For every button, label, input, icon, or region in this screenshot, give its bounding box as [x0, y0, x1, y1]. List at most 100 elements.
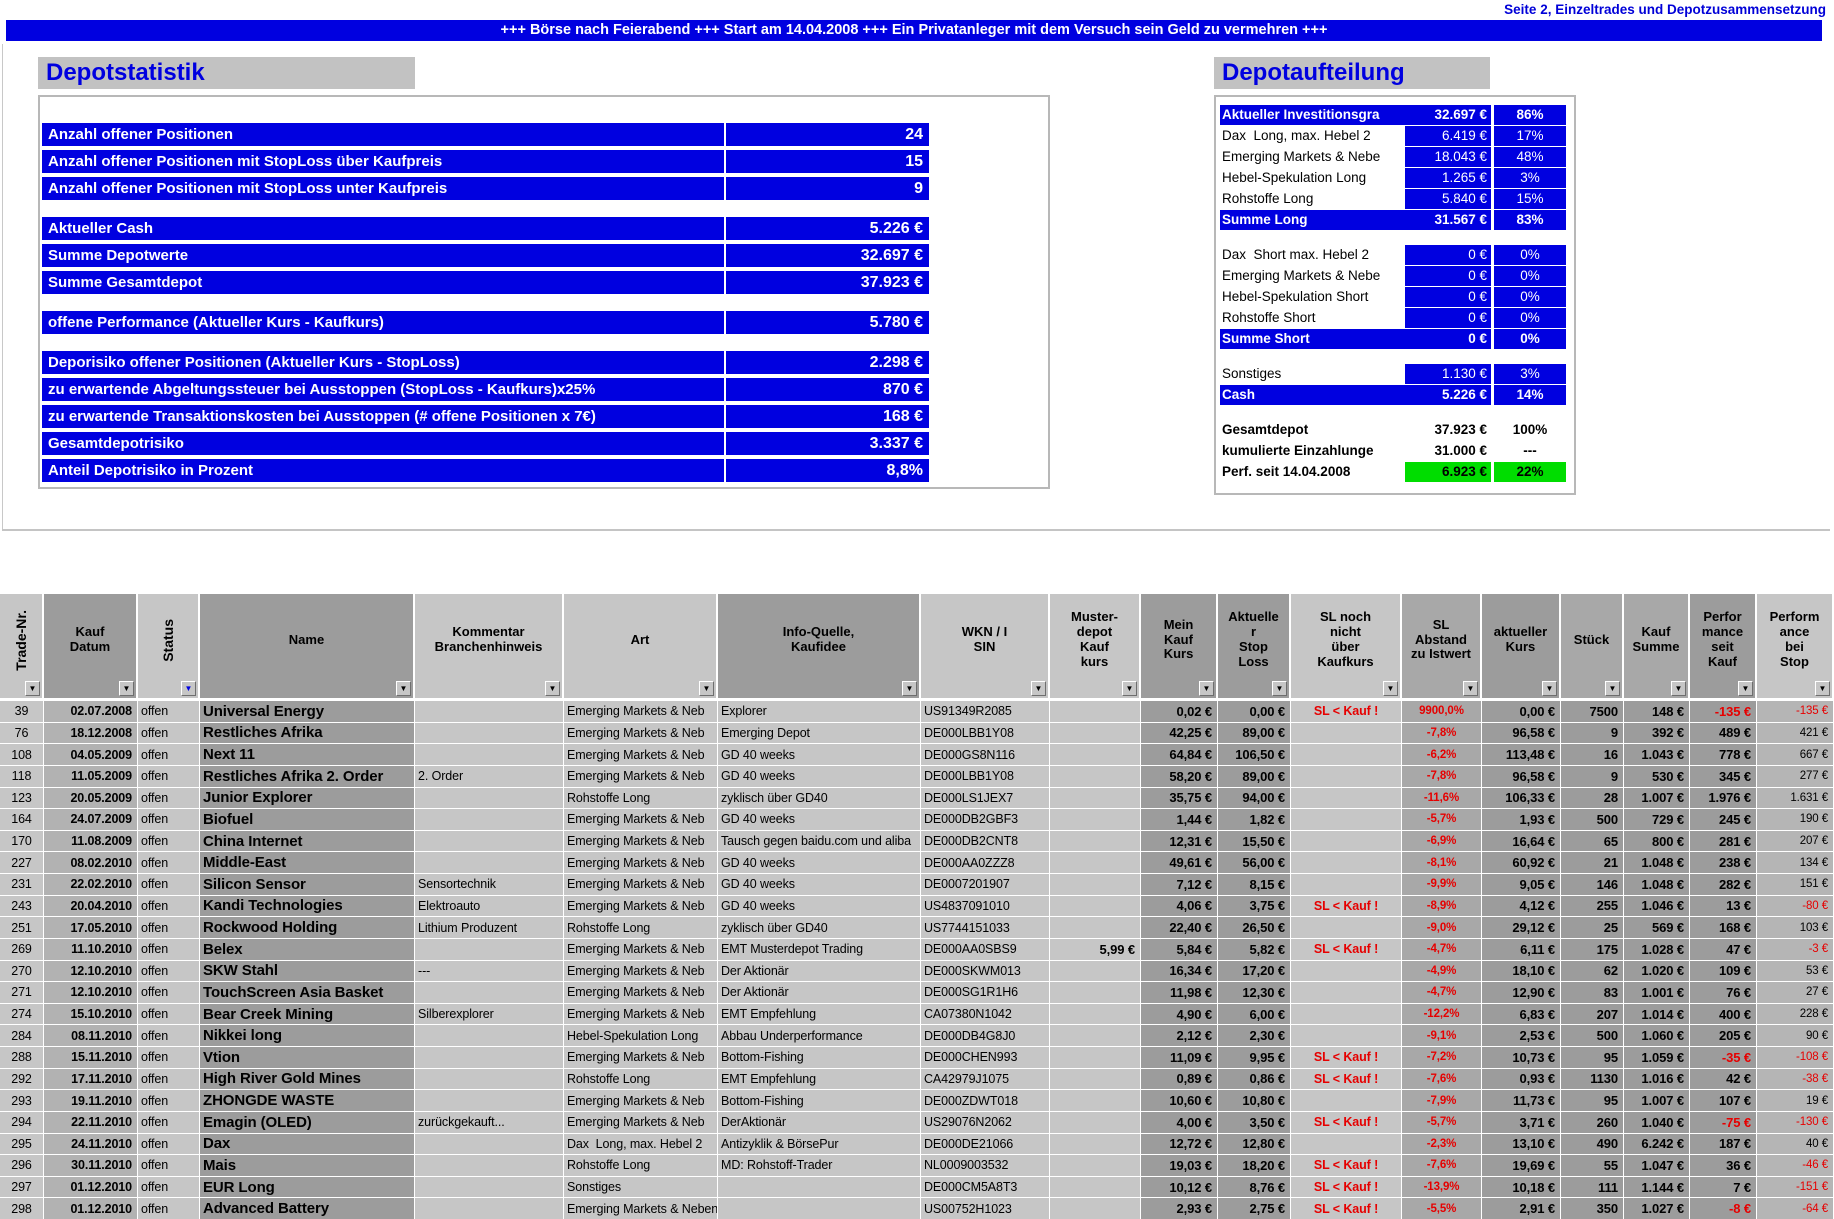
- table-cell: [1050, 788, 1141, 809]
- table-row: 3902.07.2008offenUniversal EnergyEmergin…: [0, 700, 1834, 722]
- filter-dropdown-button[interactable]: ▼: [119, 681, 134, 696]
- table-cell: offen: [138, 896, 200, 917]
- allocation-value: 5.840 €: [1405, 189, 1491, 209]
- table-cell: 255: [1561, 896, 1624, 917]
- allocation-percent: ---: [1494, 441, 1566, 461]
- filter-dropdown-button[interactable]: ▼: [1122, 681, 1137, 696]
- table-cell: 28: [1561, 788, 1624, 809]
- allocation-label: Summe Long: [1220, 210, 1405, 230]
- table-cell: -75 €: [1690, 1112, 1757, 1133]
- table-cell: [1291, 723, 1402, 744]
- table-cell: 42,25 €: [1141, 723, 1218, 744]
- table-cell: [1291, 744, 1402, 765]
- table-cell: Sensortechnik: [415, 874, 564, 895]
- filter-dropdown-button[interactable]: ▼: [1542, 681, 1557, 696]
- filter-dropdown-button[interactable]: ▼: [902, 681, 917, 696]
- table-cell: [1291, 1025, 1402, 1046]
- table-cell: 1.001 €: [1624, 982, 1690, 1003]
- table-cell: 27 €: [1757, 982, 1834, 1003]
- table-cell: Tausch gegen baidu.com und aliba: [718, 831, 921, 852]
- table-cell: 16,34 €: [1141, 961, 1218, 982]
- allocation-percent: 0%: [1494, 287, 1566, 307]
- table-cell: -135 €: [1757, 701, 1834, 722]
- table-cell: 3,71 €: [1482, 1112, 1561, 1133]
- table-cell: zyklisch über GD40: [718, 788, 921, 809]
- table-cell: SL < Kauf !: [1291, 1069, 1402, 1090]
- allocation-row: Emerging Markets & Nebe18.043 €48%: [1220, 147, 1571, 167]
- column-header-label: Perform ance bei Stop: [1770, 610, 1820, 670]
- column-header-label: SL noch nicht über Kaufkurs: [1317, 610, 1373, 670]
- table-cell: 118: [0, 766, 44, 787]
- depotstatistik-rows: Anzahl offener Positionen24Anzahl offene…: [42, 123, 1048, 482]
- table-cell: 01.12.2010: [44, 1177, 138, 1198]
- table-cell: 3,75 €: [1218, 896, 1291, 917]
- table-cell: offen: [138, 788, 200, 809]
- table-cell: [1050, 1198, 1141, 1219]
- table-cell: -135 €: [1690, 701, 1757, 722]
- allocation-percent: 17%: [1494, 126, 1566, 146]
- table-cell: DerAktionär: [718, 1112, 921, 1133]
- table-cell: 24.11.2010: [44, 1134, 138, 1155]
- table-row: 29524.11.2010offenDaxDax Long, max. Hebe…: [0, 1133, 1834, 1155]
- table-cell: [415, 831, 564, 852]
- filter-dropdown-button[interactable]: ▼: [1815, 681, 1830, 696]
- table-cell: Next 11: [200, 744, 415, 765]
- stat-value: 37.923 €: [726, 271, 929, 294]
- table-cell: Emerging Markets & Neb: [564, 961, 718, 982]
- table-cell: -80 €: [1757, 896, 1834, 917]
- filter-dropdown-button[interactable]: ▼: [1463, 681, 1478, 696]
- allocation-label: Dax Short max. Hebel 2: [1220, 245, 1405, 265]
- group-spacer: [1220, 231, 1571, 245]
- table-cell: offen: [138, 917, 200, 938]
- table-cell: 01.12.2010: [44, 1198, 138, 1219]
- table-cell: Emerging Markets & Neb: [564, 1112, 718, 1133]
- table-cell: [1291, 852, 1402, 873]
- filter-dropdown-button[interactable]: ▼: [25, 681, 40, 696]
- print-area-border-bottom: [2, 529, 1830, 531]
- table-cell: DE000ZDWT018: [921, 1090, 1050, 1111]
- allocation-row: Cash5.226 €14%: [1220, 385, 1571, 405]
- table-cell: DE000DB4G8J0: [921, 1025, 1050, 1046]
- filter-dropdown-button[interactable]: ▼: [699, 681, 714, 696]
- table-cell: -35 €: [1690, 1047, 1757, 1068]
- table-cell: 1.007 €: [1624, 1090, 1690, 1111]
- filter-dropdown-button[interactable]: ▼: [1199, 681, 1214, 696]
- table-cell: Explorer: [718, 701, 921, 722]
- table-cell: [1291, 809, 1402, 830]
- filter-dropdown-button[interactable]: ▼: [1738, 681, 1753, 696]
- table-cell: Hebel-Spekulation Long: [564, 1025, 718, 1046]
- table-cell: 207: [1561, 1004, 1624, 1025]
- table-cell: 7500: [1561, 701, 1624, 722]
- filter-dropdown-button[interactable]: ▼: [181, 681, 196, 696]
- table-row: 29217.11.2010offenHigh River Gold MinesR…: [0, 1068, 1834, 1090]
- table-cell: US91349R2085: [921, 701, 1050, 722]
- table-cell: 95: [1561, 1090, 1624, 1111]
- table-cell: [1291, 1134, 1402, 1155]
- page-note: Seite 2, Einzeltrades und Depotzusammens…: [1504, 2, 1826, 17]
- column-header-label: Art: [631, 633, 650, 648]
- filter-dropdown-button[interactable]: ▼: [396, 681, 411, 696]
- allocation-label: Emerging Markets & Nebe: [1220, 147, 1405, 167]
- column-header-label: WKN / I SIN: [962, 625, 1008, 655]
- filter-dropdown-button[interactable]: ▼: [1272, 681, 1287, 696]
- table-cell: [415, 744, 564, 765]
- table-cell: 12,30 €: [1218, 982, 1291, 1003]
- allocation-label: Summe Short: [1220, 329, 1405, 349]
- table-cell: Rohstoffe Long: [564, 1155, 718, 1176]
- filter-dropdown-button[interactable]: ▼: [1031, 681, 1046, 696]
- table-cell: 207 €: [1757, 831, 1834, 852]
- table-row: 26911.10.2010offenBelexEmerging Markets …: [0, 938, 1834, 960]
- filter-dropdown-button[interactable]: ▼: [1383, 681, 1398, 696]
- table-cell: 64,84 €: [1141, 744, 1218, 765]
- table-cell: Emerging Markets & Neb: [564, 831, 718, 852]
- allocation-value: 0 €: [1405, 308, 1491, 328]
- table-row: 29801.12.2010offenAdvanced BatteryEmergi…: [0, 1197, 1834, 1219]
- filter-dropdown-button[interactable]: ▼: [1671, 681, 1686, 696]
- filter-dropdown-button[interactable]: ▼: [1605, 681, 1620, 696]
- filter-dropdown-button[interactable]: ▼: [545, 681, 560, 696]
- table-cell: 0,89 €: [1141, 1069, 1218, 1090]
- allocation-label: Hebel-Spekulation Long: [1220, 168, 1405, 188]
- table-cell: [1050, 896, 1141, 917]
- table-cell: 1.043 €: [1624, 744, 1690, 765]
- table-cell: China Internet: [200, 831, 415, 852]
